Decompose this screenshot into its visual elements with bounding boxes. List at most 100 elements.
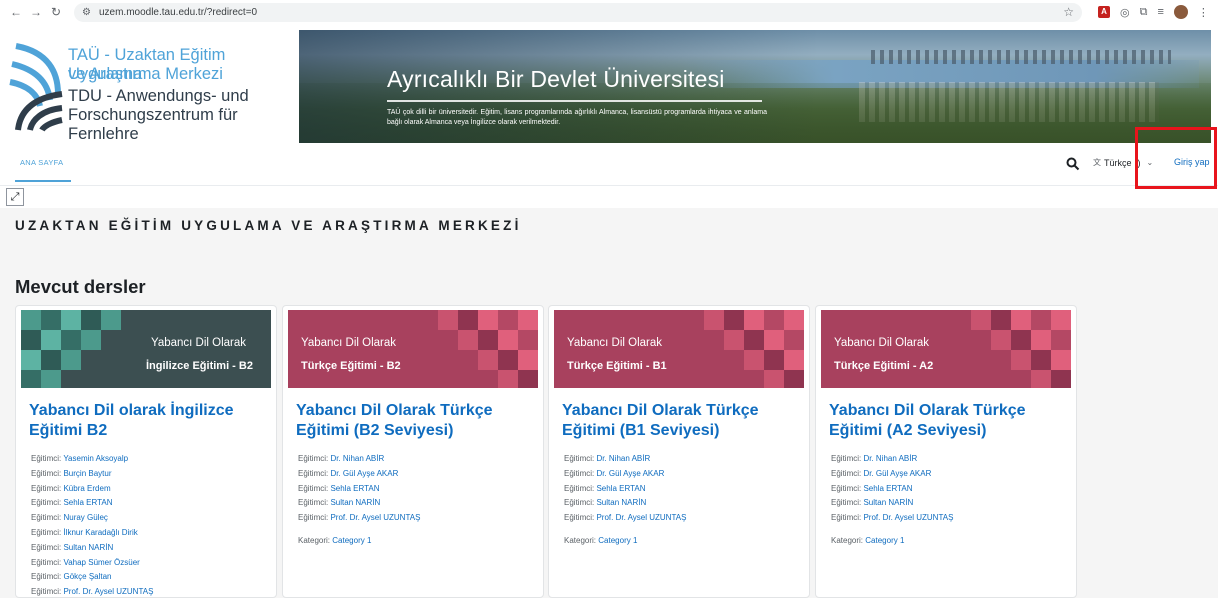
course-image-line1: Yabancı Dil Olarak	[151, 337, 247, 349]
teacher-link[interactable]: Sehla ERTAN	[63, 498, 112, 507]
teacher-label: Eğitimci:	[31, 527, 62, 537]
teacher-link[interactable]: Nuray Güleç	[63, 513, 107, 522]
teacher-list: Eğitimci: Dr. Nihan ABİR Eğitimci: Dr. G…	[298, 452, 538, 526]
profile-avatar[interactable]	[1173, 5, 1188, 19]
reload-icon[interactable]: ↻	[46, 5, 66, 19]
pattern-square	[21, 350, 41, 370]
course-image[interactable]: Yabancı Dil Olarak Türkçe Eğitimi - B1	[554, 310, 804, 388]
address-bar[interactable]: ⚙ uzem.moodle.tau.edu.tr/?redirect=0 ☆	[74, 2, 1082, 22]
teacher-link[interactable]: Sehla ERTAN	[330, 484, 379, 493]
pattern-square	[478, 310, 498, 330]
extensions-bar: A ◎ ⧉ ≡ ⋮	[1098, 5, 1209, 19]
pattern-square	[1031, 310, 1051, 330]
course-title-link[interactable]: Yabancı Dil Olarak Türkçe Eğitimi (B2 Se…	[296, 401, 536, 441]
pattern-square	[1051, 370, 1071, 388]
teacher-label: Eğitimci:	[298, 454, 329, 463]
logo-text-line: Forschungszentrum für Fernlehre	[68, 106, 238, 143]
teacher-link[interactable]: Sultan NARİN	[63, 543, 113, 552]
teacher-link[interactable]: Burçin Baytur	[63, 469, 111, 478]
teacher-link[interactable]: Prof. Dr. Aysel UZUNTAŞ	[596, 513, 686, 522]
teacher-link[interactable]: Prof. Dr. Aysel UZUNTAŞ	[63, 587, 153, 596]
course-title-link[interactable]: Yabancı Dil Olarak Türkçe Eğitimi (A2 Se…	[829, 401, 1069, 441]
reading-list-icon[interactable]: ≡	[1157, 6, 1163, 18]
teacher-label: Eğitimci:	[564, 513, 595, 523]
teacher-item: Eğitimci: Dr. Nihan ABİR	[564, 452, 804, 467]
pattern-square	[41, 370, 61, 388]
puzzle-icon[interactable]: ⧉	[1140, 6, 1148, 19]
expand-icon[interactable]: ⤢	[6, 188, 24, 206]
teacher-link[interactable]: Prof. Dr. Aysel UZUNTAŞ	[863, 513, 953, 522]
site-logo[interactable]: TAÜ - Uzaktan Eğitim Uygulama ve Araştır…	[0, 30, 298, 146]
course-image-line1: Yabancı Dil Olarak	[567, 337, 663, 349]
logo-text-line: TDU - Anwendungs- und	[68, 87, 249, 105]
teacher-link[interactable]: Dr. Nihan ABİR	[863, 454, 917, 463]
teacher-link[interactable]: Sehla ERTAN	[863, 484, 912, 493]
teacher-link[interactable]: Dr. Gül Ayşe AKAR	[863, 469, 931, 478]
back-icon[interactable]: ←	[6, 5, 26, 19]
course-card[interactable]: Yabancı Dil Olarak Türkçe Eğitimi - B2 Y…	[282, 305, 544, 598]
hero-banner: Ayrıcalıklı Bir Devlet Üniversitesi TAÜ …	[299, 30, 1211, 143]
course-title-link[interactable]: Yabancı Dil olarak İngilizce Eğitimi B2	[29, 401, 269, 441]
teacher-item: Eğitimci: Dr. Gül Ayşe AKAR	[564, 467, 804, 482]
teacher-label: Eğitimci:	[31, 542, 62, 552]
course-image-line1: Yabancı Dil Olarak	[834, 337, 930, 349]
teacher-label: Eğitimci:	[31, 513, 62, 523]
teacher-item: Eğitimci: Burçin Baytur	[31, 467, 271, 482]
pattern-square	[784, 330, 804, 350]
teacher-link[interactable]: Yasemin Aksoyalp	[63, 454, 128, 463]
teacher-link[interactable]: Vahap Sümer Özsüer	[63, 558, 139, 567]
teacher-link[interactable]: Dr. Nihan ABİR	[596, 454, 650, 463]
pattern-square	[744, 330, 764, 350]
pattern-square	[498, 350, 518, 370]
extension-icon[interactable]: ◎	[1120, 6, 1130, 19]
pdf-extension-icon[interactable]: A	[1098, 6, 1110, 18]
teacher-item: Eğitimci: Prof. Dr. Aysel UZUNTAŞ	[564, 511, 804, 526]
pattern-square	[438, 310, 458, 330]
hero-title: Ayrıcalıklı Bir Devlet Üniversitesi	[387, 66, 725, 92]
teacher-label: Eğitimci:	[298, 498, 329, 508]
teacher-label: Eğitimci:	[31, 483, 62, 493]
course-card[interactable]: Yabancı Dil Olarak İngilizce Eğitimi - B…	[15, 305, 277, 598]
pattern-square	[764, 310, 784, 330]
teacher-link[interactable]: Prof. Dr. Aysel UZUNTAŞ	[330, 513, 420, 522]
teacher-link[interactable]: Gökçe Şaltan	[63, 572, 111, 581]
url-text[interactable]: uzem.moodle.tau.edu.tr/?redirect=0	[99, 7, 1063, 18]
teacher-label: Eğitimci:	[831, 483, 862, 493]
teacher-link[interactable]: Sultan NARİN	[596, 498, 646, 507]
teacher-link[interactable]: Kübra Erdem	[63, 484, 110, 493]
teacher-link[interactable]: Sultan NARİN	[863, 498, 913, 507]
teacher-item: Eğitimci: İlknur Karadağlı Dirik	[31, 526, 271, 541]
site-info-icon[interactable]: ⚙	[82, 7, 91, 18]
teacher-link[interactable]: Sehla ERTAN	[596, 484, 645, 493]
teacher-link[interactable]: Dr. Nihan ABİR	[330, 454, 384, 463]
teacher-label: Eğitimci:	[564, 454, 595, 463]
teacher-link[interactable]: İlknur Karadağlı Dirik	[63, 528, 137, 537]
bookmark-star-icon[interactable]: ☆	[1063, 5, 1074, 19]
pattern-square	[1011, 310, 1031, 330]
course-card[interactable]: Yabancı Dil Olarak Türkçe Eğitimi - A2 Y…	[815, 305, 1077, 598]
course-image[interactable]: Yabancı Dil Olarak Türkçe Eğitimi - A2	[821, 310, 1071, 388]
page-title: UZAKTAN EĞİTİM UYGULAMA VE ARAŞTIRMA MER…	[15, 218, 522, 233]
course-card[interactable]: Yabancı Dil Olarak Türkçe Eğitimi - B1 Y…	[548, 305, 810, 598]
category-link[interactable]: Category 1	[598, 536, 637, 545]
logo-text-line: ve Araştırma Merkezi	[68, 65, 223, 83]
search-icon[interactable]	[1066, 157, 1080, 171]
teacher-link[interactable]: Dr. Gül Ayşe AKAR	[330, 469, 398, 478]
course-image[interactable]: Yabancı Dil Olarak Türkçe Eğitimi - B2	[288, 310, 538, 388]
pattern-square	[744, 350, 764, 370]
teacher-item: Eğitimci: Sehla ERTAN	[31, 496, 271, 511]
pattern-square	[784, 350, 804, 370]
category-link[interactable]: Category 1	[332, 536, 371, 545]
course-title-link[interactable]: Yabancı Dil Olarak Türkçe Eğitimi (B1 Se…	[562, 401, 802, 441]
pattern-square	[1031, 330, 1051, 350]
course-image[interactable]: Yabancı Dil Olarak İngilizce Eğitimi - B…	[21, 310, 271, 388]
pattern-square	[764, 350, 784, 370]
category-link[interactable]: Category 1	[865, 536, 904, 545]
forward-icon[interactable]: →	[26, 5, 46, 19]
teacher-item: Eğitimci: Gökçe Şaltan	[31, 570, 271, 585]
nav-home-link[interactable]: ANA SAYFA	[20, 158, 63, 167]
menu-kebab-icon[interactable]: ⋮	[1198, 6, 1209, 19]
course-image-line2: Türkçe Eğitimi - A2	[834, 360, 934, 372]
teacher-link[interactable]: Sultan NARİN	[330, 498, 380, 507]
teacher-link[interactable]: Dr. Gül Ayşe AKAR	[596, 469, 664, 478]
